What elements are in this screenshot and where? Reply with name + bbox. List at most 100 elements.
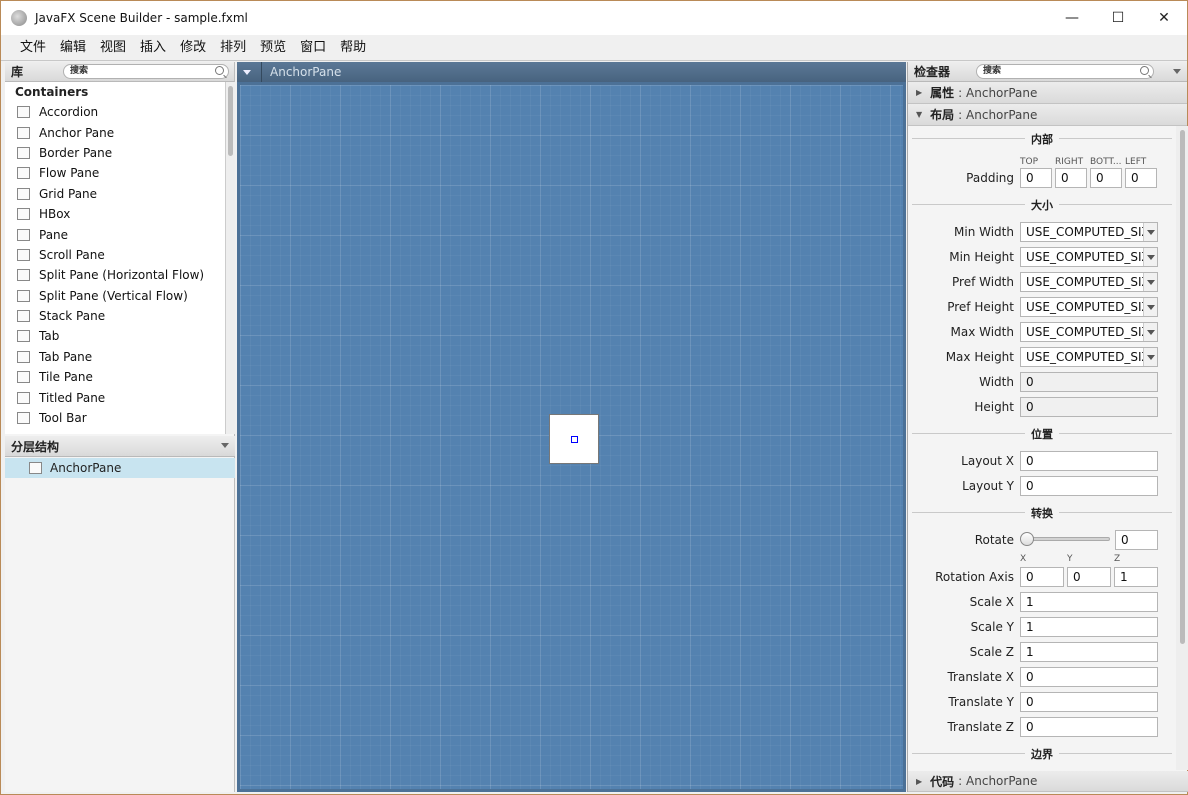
group-size: 大小 <box>908 199 1176 220</box>
group-position: 位置 <box>908 428 1176 449</box>
width-label: Width <box>979 375 1014 389</box>
transform-row-field[interactable]: 1 <box>1020 617 1158 637</box>
menu-modify[interactable]: 修改 <box>173 35 213 61</box>
stack-pane-icon <box>17 310 30 323</box>
library-search-input[interactable]: 搜索 <box>63 64 229 79</box>
size-row-select[interactable]: USE_COMPUTED_SIZE <box>1020 222 1158 242</box>
canvas-breadcrumb[interactable]: AnchorPane <box>270 65 341 79</box>
library-item-label: Tile Pane <box>39 370 93 385</box>
flow-pane-icon <box>17 167 30 180</box>
scrollbar-thumb[interactable] <box>1180 130 1185 644</box>
split-pane-icon <box>17 289 30 302</box>
search-icon <box>1140 66 1149 75</box>
rotate-slider-knob[interactable] <box>1020 532 1034 546</box>
pane-icon <box>17 228 30 241</box>
chevron-down-icon[interactable] <box>1143 273 1157 291</box>
padding-left-field[interactable]: 0 <box>1125 168 1157 188</box>
rotation-axis-y-field[interactable]: 0 <box>1067 567 1111 587</box>
selection-handle[interactable] <box>571 436 578 443</box>
group-label: 内部 <box>1025 133 1059 146</box>
maximize-button[interactable]: ☐ <box>1095 1 1141 35</box>
padding-right-label: RIGHT <box>1055 157 1084 167</box>
transform-row-field[interactable]: 1 <box>1020 592 1158 612</box>
chevron-down-icon[interactable] <box>1143 248 1157 266</box>
titled-pane-icon <box>17 391 30 404</box>
library-item-split-pane-horizontal[interactable]: Split Pane (Horizontal Flow) <box>5 265 225 285</box>
rotate-field[interactable]: 0 <box>1115 530 1158 550</box>
layout-x-field[interactable]: 0 <box>1020 451 1158 471</box>
scene-builder-window: JavaFX Scene Builder - sample.fxml — ☐ ✕… <box>0 0 1188 795</box>
library-section-containers: Containers <box>15 85 89 99</box>
size-row-value: USE_COMPUTED_SIZE <box>1026 225 1158 239</box>
library-item-tab[interactable]: Tab <box>5 326 225 346</box>
inspector-scrollbar[interactable] <box>1176 126 1188 770</box>
library-item-accordion[interactable]: Accordion <box>5 102 225 122</box>
minimize-button[interactable]: — <box>1049 1 1095 35</box>
library-item-tab-pane[interactable]: Tab Pane <box>5 347 225 367</box>
size-row-select[interactable]: USE_COMPUTED_SIZE <box>1020 272 1158 292</box>
close-button[interactable]: ✕ <box>1141 1 1187 35</box>
chevron-down-icon[interactable] <box>1143 223 1157 241</box>
layout-section-header[interactable]: ▼ 布局 : AnchorPane <box>908 104 1187 126</box>
library-item-tool-bar[interactable]: Tool Bar <box>5 408 225 428</box>
transform-row-field[interactable]: 0 <box>1020 667 1158 687</box>
design-canvas[interactable] <box>237 82 906 792</box>
hierarchy-item-anchorpane[interactable]: AnchorPane <box>5 458 235 478</box>
layout-section-body: 内部 TOP RIGHT BOTT... LEFT Padding 0 0 0 … <box>908 126 1176 770</box>
library-item-tile-pane[interactable]: Tile Pane <box>5 367 225 387</box>
library-item-border-pane[interactable]: Border Pane <box>5 143 225 163</box>
menu-edit[interactable]: 编辑 <box>53 35 93 61</box>
padding-top-field[interactable]: 0 <box>1020 168 1052 188</box>
chevron-down-icon[interactable] <box>1143 348 1157 366</box>
group-inner: 内部 <box>908 133 1176 154</box>
padding-right-field[interactable]: 0 <box>1055 168 1087 188</box>
chevron-down-icon[interactable] <box>1143 298 1157 316</box>
library-item-split-pane-vertical[interactable]: Split Pane (Vertical Flow) <box>5 286 225 306</box>
height-label: Height <box>974 400 1014 414</box>
size-row-select[interactable]: USE_COMPUTED_SIZE <box>1020 322 1158 342</box>
menu-window[interactable]: 窗口 <box>293 35 333 61</box>
library-item-stack-pane[interactable]: Stack Pane <box>5 306 225 326</box>
scrollbar-thumb[interactable] <box>228 86 233 156</box>
chevron-down-icon[interactable] <box>1173 69 1181 74</box>
properties-section-header[interactable]: ▶ 属性 : AnchorPane <box>908 82 1187 104</box>
rotate-slider[interactable] <box>1024 537 1110 541</box>
chevron-down-icon[interactable] <box>243 69 251 75</box>
layout-y-field[interactable]: 0 <box>1020 476 1158 496</box>
size-row-select[interactable]: USE_COMPUTED_SIZE <box>1020 347 1158 367</box>
library-item-titled-pane[interactable]: Titled Pane <box>5 387 225 407</box>
chevron-down-icon[interactable] <box>1143 323 1157 341</box>
size-row-value: USE_COMPUTED_SIZE <box>1026 275 1158 289</box>
size-row-select[interactable]: USE_COMPUTED_SIZE <box>1020 297 1158 317</box>
padding-bottom-field[interactable]: 0 <box>1090 168 1122 188</box>
rotation-axis-z-field[interactable]: 1 <box>1114 567 1158 587</box>
menu-insert[interactable]: 插入 <box>133 35 173 61</box>
library-item-label: Split Pane (Vertical Flow) <box>39 288 188 303</box>
rotate-label: Rotate <box>974 533 1014 547</box>
inspector-search-input[interactable]: 搜索 <box>976 64 1154 79</box>
menu-view[interactable]: 视图 <box>93 35 133 61</box>
library-title: 库 <box>11 65 24 79</box>
transform-row-field[interactable]: 0 <box>1020 717 1158 737</box>
transform-row-field[interactable]: 1 <box>1020 642 1158 662</box>
menu-preview[interactable]: 预览 <box>253 35 293 61</box>
anchor-pane-node[interactable] <box>549 414 599 464</box>
library-item-hbox[interactable]: HBox <box>5 204 225 224</box>
library-item-pane[interactable]: Pane <box>5 224 225 244</box>
hierarchy-item-label: AnchorPane <box>50 461 122 475</box>
size-row-select[interactable]: USE_COMPUTED_SIZE <box>1020 247 1158 267</box>
transform-row-field[interactable]: 0 <box>1020 692 1158 712</box>
menu-help[interactable]: 帮助 <box>333 35 373 61</box>
code-section-header[interactable]: ▶ 代码 : AnchorPane <box>908 771 1188 792</box>
library-scrollbar[interactable] <box>225 82 235 434</box>
library-item-grid-pane[interactable]: Grid Pane <box>5 184 225 204</box>
library-item-anchor-pane[interactable]: Anchor Pane <box>5 122 225 142</box>
chevron-down-icon[interactable] <box>221 443 229 448</box>
group-label: 转换 <box>1025 507 1059 520</box>
rotation-axis-x-field[interactable]: 0 <box>1020 567 1064 587</box>
menu-file[interactable]: 文件 <box>13 35 53 61</box>
menu-arrange[interactable]: 排列 <box>213 35 253 61</box>
library-item-flow-pane[interactable]: Flow Pane <box>5 163 225 183</box>
library-item-scroll-pane[interactable]: Scroll Pane <box>5 245 225 265</box>
transform-row-label: Translate Y <box>948 695 1014 709</box>
